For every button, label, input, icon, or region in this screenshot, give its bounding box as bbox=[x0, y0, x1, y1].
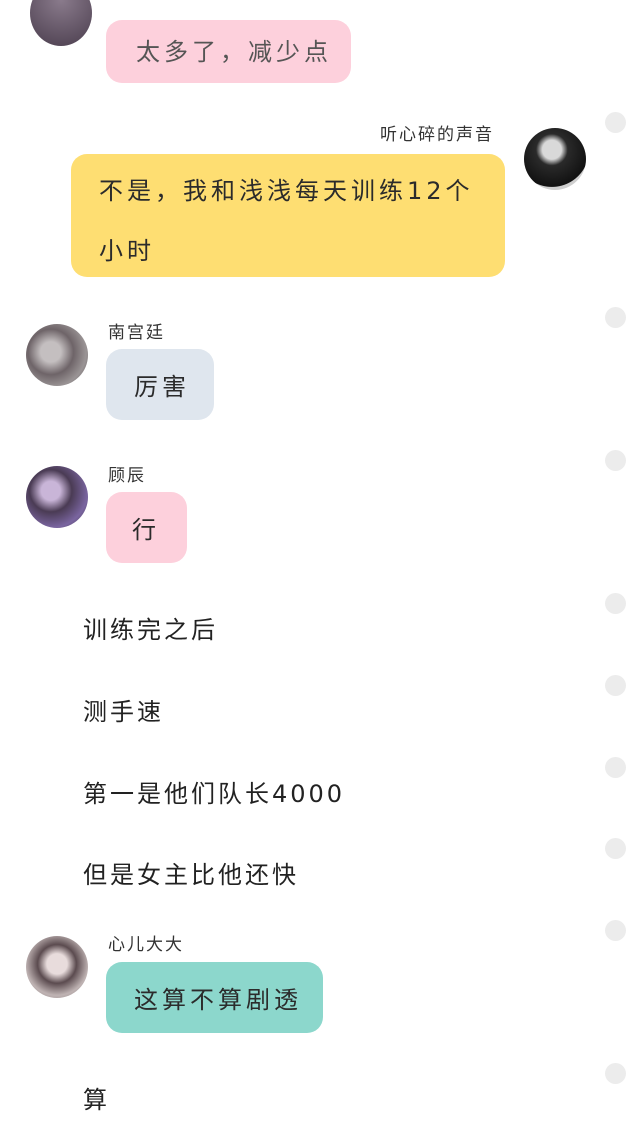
select-dot[interactable] bbox=[605, 593, 626, 614]
sender-name: 心儿大大 bbox=[108, 935, 184, 955]
message-text: 不是，我和浅浅每天训练12个小时 bbox=[99, 177, 474, 265]
avatar-purple-boy[interactable] bbox=[26, 466, 88, 528]
message-text: 行 bbox=[132, 516, 160, 544]
select-dot[interactable] bbox=[605, 838, 626, 859]
message-bubble[interactable]: 厉害 bbox=[106, 349, 214, 420]
message-bubble[interactable]: 行 bbox=[106, 492, 187, 563]
message-bubble[interactable]: 这算不算剧透 bbox=[106, 962, 323, 1033]
select-dot[interactable] bbox=[605, 450, 626, 471]
message-text: 这算不算剧透 bbox=[134, 986, 302, 1014]
select-dot[interactable] bbox=[605, 1063, 626, 1084]
narration-text: 第一是他们队长4000 bbox=[83, 780, 346, 808]
avatar-dark-haired-girl[interactable] bbox=[524, 128, 586, 190]
sender-name: 听心碎的声音 bbox=[380, 125, 494, 145]
select-dot[interactable] bbox=[605, 675, 626, 696]
message-bubble[interactable]: 不是，我和浅浅每天训练12个小时 bbox=[71, 154, 505, 277]
narration-text: 但是女主比他还快 bbox=[83, 861, 299, 889]
message-bubble[interactable]: 太多了，减少点 bbox=[106, 20, 351, 83]
avatar-partial[interactable] bbox=[30, 0, 92, 46]
sender-name: 南宫廷 bbox=[108, 323, 165, 343]
select-dot[interactable] bbox=[605, 920, 626, 941]
select-dot[interactable] bbox=[605, 757, 626, 778]
avatar-long-haired-girl[interactable] bbox=[26, 936, 88, 998]
narration-text: 训练完之后 bbox=[83, 616, 218, 644]
select-dot[interactable] bbox=[605, 307, 626, 328]
message-text: 太多了，减少点 bbox=[136, 38, 332, 66]
sender-name: 顾辰 bbox=[108, 466, 146, 486]
narration-text: 算 bbox=[83, 1086, 110, 1114]
avatar-gray-boy[interactable] bbox=[26, 324, 88, 386]
select-dot[interactable] bbox=[605, 112, 626, 133]
message-text: 厉害 bbox=[134, 373, 190, 401]
narration-text: 测手速 bbox=[83, 698, 164, 726]
